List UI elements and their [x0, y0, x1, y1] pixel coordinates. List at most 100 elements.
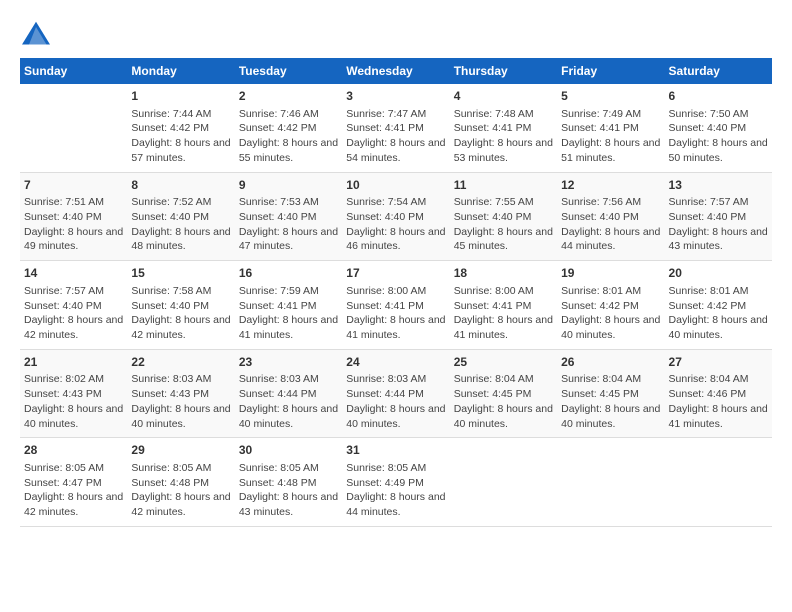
calendar-cell: 25Sunrise: 8:04 AMSunset: 4:45 PMDayligh…	[450, 349, 557, 438]
day-number: 11	[454, 177, 553, 194]
calendar-cell: 10Sunrise: 7:54 AMSunset: 4:40 PMDayligh…	[342, 172, 449, 261]
calendar-cell: 21Sunrise: 8:02 AMSunset: 4:43 PMDayligh…	[20, 349, 127, 438]
calendar-cell: 4 Sunrise: 7:48 AMSunset: 4:41 PMDaylight…	[450, 84, 557, 172]
calendar-cell: 5 Sunrise: 7:49 AMSunset: 4:41 PMDaylight…	[557, 84, 664, 172]
cell-info: Sunrise: 7:51 AMSunset: 4:40 PMDaylight:…	[24, 195, 123, 254]
calendar-cell: 17Sunrise: 8:00 AMSunset: 4:41 PMDayligh…	[342, 261, 449, 350]
calendar-cell: 26Sunrise: 8:04 AMSunset: 4:45 PMDayligh…	[557, 349, 664, 438]
calendar-cell	[20, 84, 127, 172]
day-number: 27	[669, 354, 768, 371]
cell-info: Sunrise: 8:02 AMSunset: 4:43 PMDaylight:…	[24, 372, 123, 431]
day-number: 18	[454, 265, 553, 282]
calendar-cell: 28 Sunrise: 8:05 AMSunset: 4:47 PMDayligh…	[20, 438, 127, 527]
calendar-cell: 6 Sunrise: 7:50 AMSunset: 4:40 PMDaylight…	[665, 84, 772, 172]
cell-info: Sunrise: 7:56 AMSunset: 4:40 PMDaylight:…	[561, 195, 660, 254]
day-number: 5	[561, 88, 660, 105]
logo	[20, 20, 56, 48]
day-number: 29	[131, 442, 230, 459]
page-header	[20, 20, 772, 48]
calendar-cell: 22Sunrise: 8:03 AMSunset: 4:43 PMDayligh…	[127, 349, 234, 438]
calendar-cell: 29 Sunrise: 8:05 AMSunset: 4:48 PMDayligh…	[127, 438, 234, 527]
header-day-friday: Friday	[557, 58, 664, 84]
cell-info: Sunrise: 8:00 AMSunset: 4:41 PMDaylight:…	[454, 284, 553, 343]
cell-info: Sunrise: 7:58 AMSunset: 4:40 PMDaylight:…	[131, 284, 230, 343]
week-row-5: 28 Sunrise: 8:05 AMSunset: 4:47 PMDayligh…	[20, 438, 772, 527]
day-number: 16	[239, 265, 338, 282]
calendar-cell: 18 Sunrise: 8:00 AMSunset: 4:41 PMDayligh…	[450, 261, 557, 350]
week-row-2: 7Sunrise: 7:51 AMSunset: 4:40 PMDaylight…	[20, 172, 772, 261]
calendar-cell: 27Sunrise: 8:04 AMSunset: 4:46 PMDayligh…	[665, 349, 772, 438]
header-day-saturday: Saturday	[665, 58, 772, 84]
calendar-cell: 7Sunrise: 7:51 AMSunset: 4:40 PMDaylight…	[20, 172, 127, 261]
cell-info: Sunrise: 8:00 AMSunset: 4:41 PMDaylight:…	[346, 284, 445, 343]
calendar-cell: 9Sunrise: 7:53 AMSunset: 4:40 PMDaylight…	[235, 172, 342, 261]
day-number: 15	[131, 265, 230, 282]
header-day-monday: Monday	[127, 58, 234, 84]
day-number: 28	[24, 442, 123, 459]
calendar-cell: 1 Sunrise: 7:44 AMSunset: 4:42 PMDaylight…	[127, 84, 234, 172]
calendar-cell: 16Sunrise: 7:59 AMSunset: 4:41 PMDayligh…	[235, 261, 342, 350]
calendar-cell: 30 Sunrise: 8:05 AMSunset: 4:48 PMDayligh…	[235, 438, 342, 527]
calendar-cell: 20 Sunrise: 8:01 AMSunset: 4:42 PMDayligh…	[665, 261, 772, 350]
calendar-cell: 11Sunrise: 7:55 AMSunset: 4:40 PMDayligh…	[450, 172, 557, 261]
day-number: 10	[346, 177, 445, 194]
cell-info: Sunrise: 7:57 AMSunset: 4:40 PMDaylight:…	[24, 284, 123, 343]
cell-info: Sunrise: 7:44 AMSunset: 4:42 PMDaylight:…	[131, 107, 230, 166]
week-row-1: 1 Sunrise: 7:44 AMSunset: 4:42 PMDaylight…	[20, 84, 772, 172]
calendar-cell	[665, 438, 772, 527]
cell-info: Sunrise: 8:04 AMSunset: 4:45 PMDaylight:…	[561, 372, 660, 431]
day-number: 4	[454, 88, 553, 105]
day-number: 1	[131, 88, 230, 105]
calendar-cell: 24Sunrise: 8:03 AMSunset: 4:44 PMDayligh…	[342, 349, 449, 438]
calendar-cell: 19 Sunrise: 8:01 AMSunset: 4:42 PMDayligh…	[557, 261, 664, 350]
day-number: 24	[346, 354, 445, 371]
day-number: 19	[561, 265, 660, 282]
calendar-cell	[450, 438, 557, 527]
calendar-cell: 8Sunrise: 7:52 AMSunset: 4:40 PMDaylight…	[127, 172, 234, 261]
header-day-tuesday: Tuesday	[235, 58, 342, 84]
cell-info: Sunrise: 8:01 AMSunset: 4:42 PMDaylight:…	[561, 284, 660, 343]
calendar-cell	[557, 438, 664, 527]
week-row-3: 14Sunrise: 7:57 AMSunset: 4:40 PMDayligh…	[20, 261, 772, 350]
cell-info: Sunrise: 7:53 AMSunset: 4:40 PMDaylight:…	[239, 195, 338, 254]
day-number: 30	[239, 442, 338, 459]
header-day-wednesday: Wednesday	[342, 58, 449, 84]
cell-info: Sunrise: 7:48 AMSunset: 4:41 PMDaylight:…	[454, 107, 553, 166]
day-number: 22	[131, 354, 230, 371]
cell-info: Sunrise: 7:47 AMSunset: 4:41 PMDaylight:…	[346, 107, 445, 166]
calendar-cell: 2Sunrise: 7:46 AMSunset: 4:42 PMDaylight…	[235, 84, 342, 172]
cell-info: Sunrise: 8:03 AMSunset: 4:44 PMDaylight:…	[239, 372, 338, 431]
day-number: 20	[669, 265, 768, 282]
day-number: 9	[239, 177, 338, 194]
cell-info: Sunrise: 7:49 AMSunset: 4:41 PMDaylight:…	[561, 107, 660, 166]
day-number: 31	[346, 442, 445, 459]
calendar-table: SundayMondayTuesdayWednesdayThursdayFrid…	[20, 58, 772, 527]
logo-icon	[20, 20, 52, 48]
calendar-cell: 15 Sunrise: 7:58 AMSunset: 4:40 PMDayligh…	[127, 261, 234, 350]
cell-info: Sunrise: 8:03 AMSunset: 4:43 PMDaylight:…	[131, 372, 230, 431]
day-number: 26	[561, 354, 660, 371]
day-number: 7	[24, 177, 123, 194]
cell-info: Sunrise: 8:05 AMSunset: 4:48 PMDaylight:…	[239, 461, 338, 520]
calendar-cell: 3 Sunrise: 7:47 AMSunset: 4:41 PMDaylight…	[342, 84, 449, 172]
day-number: 3	[346, 88, 445, 105]
day-number: 8	[131, 177, 230, 194]
header-day-sunday: Sunday	[20, 58, 127, 84]
header-day-thursday: Thursday	[450, 58, 557, 84]
day-number: 2	[239, 88, 338, 105]
week-row-4: 21Sunrise: 8:02 AMSunset: 4:43 PMDayligh…	[20, 349, 772, 438]
header-row: SundayMondayTuesdayWednesdayThursdayFrid…	[20, 58, 772, 84]
cell-info: Sunrise: 8:05 AMSunset: 4:47 PMDaylight:…	[24, 461, 123, 520]
calendar-cell: 13Sunrise: 7:57 AMSunset: 4:40 PMDayligh…	[665, 172, 772, 261]
cell-info: Sunrise: 8:05 AMSunset: 4:48 PMDaylight:…	[131, 461, 230, 520]
cell-info: Sunrise: 8:05 AMSunset: 4:49 PMDaylight:…	[346, 461, 445, 520]
cell-info: Sunrise: 8:01 AMSunset: 4:42 PMDaylight:…	[669, 284, 768, 343]
calendar-cell: 31 Sunrise: 8:05 AMSunset: 4:49 PMDayligh…	[342, 438, 449, 527]
cell-info: Sunrise: 7:50 AMSunset: 4:40 PMDaylight:…	[669, 107, 768, 166]
day-number: 6	[669, 88, 768, 105]
cell-info: Sunrise: 8:04 AMSunset: 4:46 PMDaylight:…	[669, 372, 768, 431]
cell-info: Sunrise: 7:57 AMSunset: 4:40 PMDaylight:…	[669, 195, 768, 254]
calendar-cell: 12Sunrise: 7:56 AMSunset: 4:40 PMDayligh…	[557, 172, 664, 261]
cell-info: Sunrise: 7:52 AMSunset: 4:40 PMDaylight:…	[131, 195, 230, 254]
day-number: 13	[669, 177, 768, 194]
